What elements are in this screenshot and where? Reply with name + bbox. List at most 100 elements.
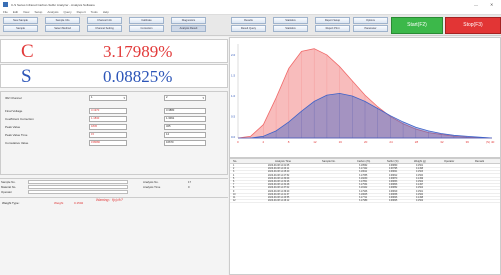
operator-field[interactable] bbox=[28, 190, 128, 194]
channel-row: IR2 Channel 1 2 bbox=[1, 95, 229, 102]
select-method-button[interactable]: Select Method bbox=[45, 25, 80, 32]
toolbar-group-report: Report Setup Report Print bbox=[315, 17, 350, 34]
col-header-remark: Remark bbox=[475, 160, 485, 163]
x-tick-label: 20 bbox=[364, 140, 368, 144]
parameter-button[interactable]: Parameter bbox=[353, 25, 388, 32]
correction-button[interactable]: Correction bbox=[129, 25, 164, 32]
sulfur-symbol: S bbox=[21, 66, 32, 87]
diagnostics-button[interactable]: Diagnostics bbox=[171, 17, 206, 24]
x-tick-label: 8 bbox=[288, 140, 290, 144]
sample-info-button[interactable]: Sample Info bbox=[45, 17, 80, 24]
close-button[interactable]: ✕ bbox=[490, 2, 493, 7]
toolbar: New Sample Sample Sample Info Select Met… bbox=[0, 15, 501, 36]
options-button[interactable]: Options bbox=[353, 17, 388, 24]
left-panel: C 3.17989% S 0.08825% IR2 Channel 1 2 Fi… bbox=[0, 37, 228, 275]
chart-svg: 2.0 1.5 1.0 0.5 0.00 4 8 12 16 20 24 28 32 36 40(S) bbox=[231, 44, 495, 144]
menu-analysis[interactable]: Analysis bbox=[47, 10, 58, 14]
col-header-sample: Sample No. bbox=[322, 160, 336, 163]
x-tick-label: 32 bbox=[440, 140, 444, 144]
menu-query[interactable]: Query bbox=[63, 10, 71, 14]
peak-value-row: Peak Value 1845 325 bbox=[1, 124, 229, 131]
y-tick-label: 2.0 bbox=[231, 53, 236, 57]
x-tick-label: 12 bbox=[313, 140, 317, 144]
sample-no-field[interactable] bbox=[28, 180, 128, 184]
table-cell: 0.08825 bbox=[389, 200, 398, 203]
peak-time-c-field[interactable]: 15 bbox=[89, 132, 127, 138]
weight-value: 0.1502 bbox=[74, 201, 84, 205]
x-tick-label: 24 bbox=[389, 140, 393, 144]
channel-c-select[interactable]: 1 bbox=[89, 95, 127, 101]
menu-report[interactable]: Report bbox=[77, 10, 86, 14]
new-sample-button[interactable]: New Sample bbox=[3, 17, 38, 24]
coefficient-c-field[interactable]: 1.1830 bbox=[89, 116, 127, 122]
x-tick-label: 0 bbox=[237, 140, 239, 144]
toolbar-group-calibrate: Calibrate Correction bbox=[129, 17, 164, 34]
warning-text: Warning：f(x)²/f²? bbox=[96, 198, 123, 202]
final-voltage-c-field[interactable]: 3.1970 bbox=[89, 108, 127, 114]
x-tick-label: 40 bbox=[491, 140, 495, 144]
menu-file[interactable]: File bbox=[3, 10, 8, 14]
channel-info-form: IR2 Channel 1 2 Final Voltage 3.1970 3.3… bbox=[0, 91, 228, 175]
toolbar-group-channel: Channel Info Channel Setting bbox=[87, 17, 122, 34]
toolbar-group-sample: New Sample Sample bbox=[3, 17, 38, 34]
x-unit-label: (S) bbox=[486, 140, 490, 144]
stop-button[interactable]: Stop(F3) bbox=[445, 17, 501, 34]
statistics-top-button[interactable]: Statistics bbox=[273, 17, 308, 24]
channel-info-button[interactable]: Channel Info bbox=[87, 17, 122, 24]
peak-time-s-field[interactable]: 14 bbox=[164, 132, 206, 138]
x-tick-label: 16 bbox=[339, 140, 343, 144]
report-setup-button[interactable]: Report Setup bbox=[315, 17, 350, 24]
col-header-operator: Operator bbox=[444, 160, 455, 163]
x-tick-label: 36 bbox=[466, 140, 470, 144]
cumulative-s-field[interactable]: 16670 bbox=[164, 140, 206, 146]
title-bar: C-S Series Infrared Carbon-Sulfur Analyz… bbox=[0, 0, 501, 9]
carbon-result-row: C 3.17989% bbox=[0, 39, 228, 63]
start-button[interactable]: Start(F2) bbox=[391, 17, 443, 34]
channel-s-select[interactable]: 2 bbox=[164, 95, 206, 101]
analysis-time-label: Analysis Time bbox=[143, 185, 161, 189]
app-icon bbox=[3, 2, 8, 7]
statistics-button[interactable]: Statistics bbox=[273, 25, 308, 32]
window-title: C-S Series Infrared Carbon-Sulfur Analyz… bbox=[11, 2, 95, 7]
final-voltage-label: Final Voltage bbox=[5, 109, 23, 113]
channel-setting-button[interactable]: Channel Setting bbox=[87, 25, 122, 32]
coefficient-row: Coefficient Correction 1.1830 1.3091 bbox=[1, 116, 229, 123]
final-voltage-row: Final Voltage 3.1970 3.3880 bbox=[1, 108, 229, 115]
col-header-sulfur: Sulfur (%) bbox=[387, 160, 399, 163]
peak-value-s-field[interactable]: 325 bbox=[164, 124, 206, 130]
results-button[interactable]: Results bbox=[231, 17, 266, 24]
toolbar-group-diagnostics: Diagnostics Analysis Result bbox=[171, 17, 206, 34]
analysis-no-value: 17 bbox=[188, 180, 192, 184]
coefficient-s-field[interactable]: 1.3091 bbox=[164, 116, 206, 122]
sample-button[interactable]: Sample bbox=[3, 25, 38, 32]
weight-name: Weight bbox=[54, 201, 64, 205]
sulfur-value: 0.08825% bbox=[103, 67, 173, 86]
calibrate-button[interactable]: Calibrate bbox=[129, 17, 164, 24]
final-voltage-s-field[interactable]: 3.3880 bbox=[164, 108, 206, 114]
report-print-button[interactable]: Report Print bbox=[315, 25, 350, 32]
analysis-time-value: 0 bbox=[188, 185, 190, 189]
cumulative-c-field[interactable]: 158680 bbox=[89, 140, 127, 146]
channel-label: IR2 Channel bbox=[5, 96, 22, 100]
peak-value-c-field[interactable]: 1845 bbox=[89, 124, 127, 130]
table-row[interactable]: 12 2020-09-08 14:46:12 3.17989 0.08825 0.150… bbox=[230, 200, 500, 204]
operator-label: Operator bbox=[1, 190, 13, 194]
menu-view[interactable]: View bbox=[23, 10, 29, 14]
minimize-button[interactable]: — bbox=[474, 2, 478, 7]
analysis-result-button[interactable]: Analysis Result bbox=[171, 25, 206, 32]
table-cell: 2020-09-08 14:46:12 bbox=[268, 200, 290, 203]
x-tick-label: 28 bbox=[415, 140, 419, 144]
result-query-button[interactable]: Result Query bbox=[231, 25, 266, 32]
toolbar-group-statistics: Statistics Statistics bbox=[273, 17, 308, 34]
carbon-symbol: C bbox=[21, 41, 34, 62]
material-no-field[interactable] bbox=[28, 185, 128, 189]
weight-type-label: Weight Type: bbox=[2, 201, 20, 205]
coefficient-label: Coefficient Correction bbox=[5, 117, 34, 121]
menu-tools[interactable]: Tools bbox=[91, 10, 98, 14]
menu-setup[interactable]: Setup bbox=[34, 10, 42, 14]
menu-edit[interactable]: Edit bbox=[13, 10, 18, 14]
sample-no-label: Sample No. bbox=[1, 180, 16, 184]
menu-help[interactable]: Help bbox=[103, 10, 109, 14]
y-tick-label: 0.0 bbox=[231, 135, 236, 139]
sulfur-result-row: S 0.08825% bbox=[0, 64, 228, 88]
